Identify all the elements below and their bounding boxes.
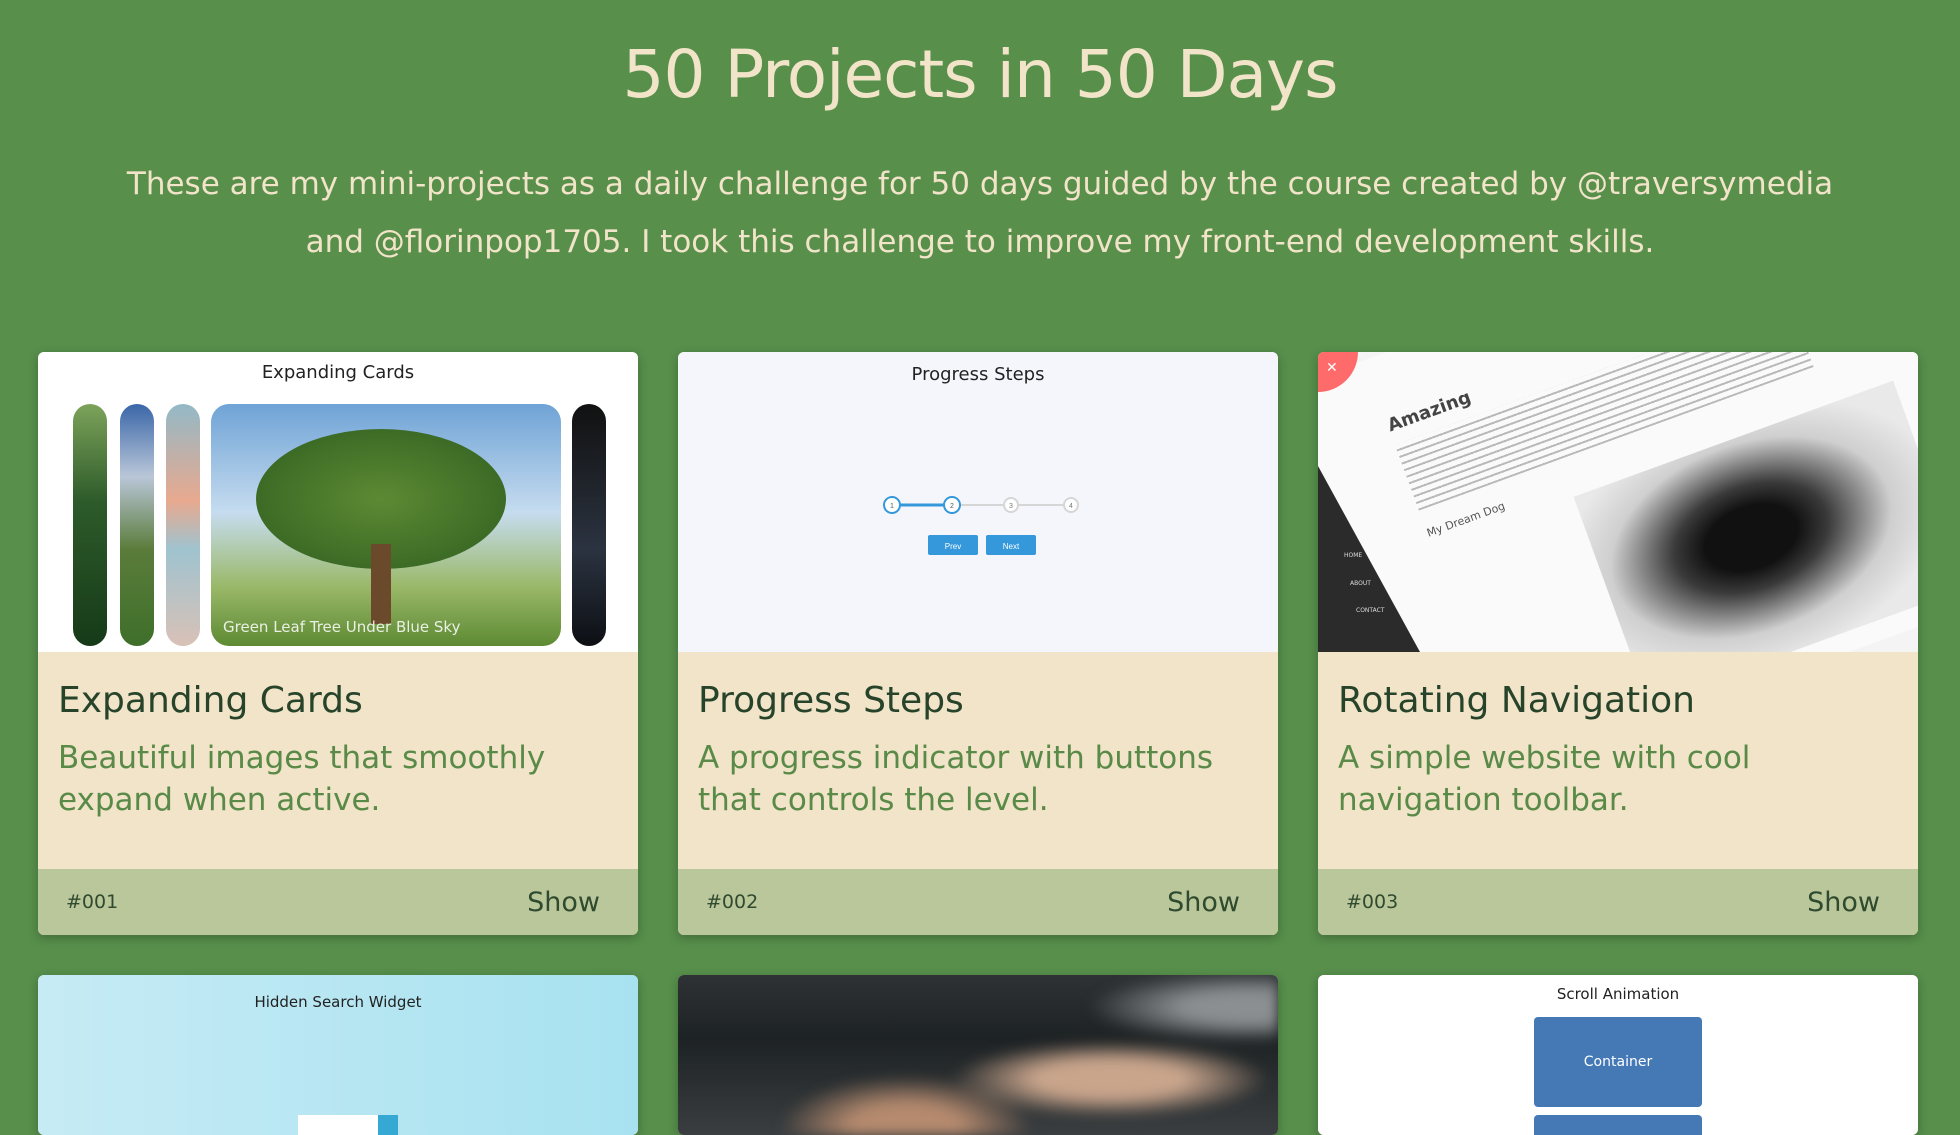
project-number: #003 — [1346, 891, 1399, 913]
project-card: Expanding Cards Green Leaf Tree Under Bl… — [38, 352, 638, 935]
show-button[interactable]: Show — [1167, 887, 1240, 918]
project-card — [678, 975, 1278, 1135]
rotated-page: Amazing My Dream Dog — [1318, 352, 1918, 652]
step-number: 4 — [1069, 503, 1073, 510]
project-thumbnail[interactable]: Progress Steps 1 2 3 4 Prev Next — [678, 352, 1278, 652]
page-title: 50 Projects in 50 Days — [622, 36, 1339, 113]
projects-grid: Expanding Cards Green Leaf Tree Under Bl… — [38, 352, 1918, 1135]
card-footer: #002 Show — [678, 869, 1278, 935]
project-card: Scroll Animation Container — [1318, 975, 1918, 1135]
project-number: #001 — [66, 891, 119, 913]
card-description: A simple website with cool navigation to… — [1338, 740, 1751, 818]
panel-beach — [166, 404, 200, 646]
thumb-title: Hidden Search Widget — [254, 993, 422, 1011]
article-subheading: My Dream Dog — [1425, 499, 1507, 540]
step-number: 2 — [950, 503, 954, 510]
step-number: 1 — [890, 503, 894, 510]
nav-home: HOME — [1344, 552, 1363, 559]
blurred-hands-photo — [678, 975, 1278, 1135]
nav-about: ABOUT — [1350, 580, 1371, 587]
progress-steps-graphic: 1 2 3 4 Prev Next — [883, 496, 1079, 555]
card-footer: #003 Show — [1318, 869, 1918, 935]
panel-mountain — [120, 404, 154, 646]
prev-label: Prev — [945, 542, 961, 551]
card-title: Progress Steps — [698, 680, 964, 721]
project-card: Amazing My Dream Dog HOME ABOUT CONTACT … — [1318, 352, 1918, 935]
card-footer: #001 Show — [38, 869, 638, 935]
container-box — [1534, 1115, 1702, 1135]
page-intro: These are my mini-projects as a daily ch… — [126, 166, 1834, 260]
project-thumbnail[interactable]: Scroll Animation Container — [1318, 975, 1918, 1135]
step-number: 3 — [1009, 503, 1013, 510]
card-title: Rotating Navigation — [1338, 680, 1695, 721]
panel-dark — [572, 404, 606, 646]
panel-caption: Green Leaf Tree Under Blue Sky — [223, 618, 461, 636]
thumb-title: Expanding Cards — [261, 362, 415, 383]
show-button[interactable]: Show — [527, 887, 600, 918]
nav-contact: CONTACT — [1356, 607, 1385, 614]
show-button[interactable]: Show — [1807, 887, 1880, 918]
panel-forest — [73, 404, 107, 646]
project-thumbnail[interactable]: Amazing My Dream Dog HOME ABOUT CONTACT … — [1318, 352, 1918, 652]
next-label: Next — [1003, 542, 1020, 551]
search-button — [378, 1115, 398, 1135]
search-input — [298, 1115, 378, 1135]
card-title: Expanding Cards — [58, 680, 363, 721]
project-card: Hidden Search Widget — [38, 975, 638, 1135]
thumb-title: Scroll Animation — [1556, 985, 1680, 1003]
close-icon: ✕ — [1326, 360, 1338, 376]
card-description: A progress indicator with buttons that c… — [698, 740, 1214, 818]
project-thumbnail[interactable]: Expanding Cards Green Leaf Tree Under Bl… — [38, 352, 638, 652]
container-box: Container — [1534, 1017, 1702, 1107]
card-description: Beautiful images that smoothly expand wh… — [58, 740, 546, 818]
project-card: Progress Steps 1 2 3 4 Prev Next Progres… — [678, 352, 1278, 935]
project-thumbnail[interactable] — [678, 975, 1278, 1135]
tree-trunk — [371, 544, 391, 624]
project-number: #002 — [706, 891, 759, 913]
project-thumbnail[interactable]: Hidden Search Widget — [38, 975, 638, 1135]
panel-tree-expanded: Green Leaf Tree Under Blue Sky — [211, 404, 561, 646]
